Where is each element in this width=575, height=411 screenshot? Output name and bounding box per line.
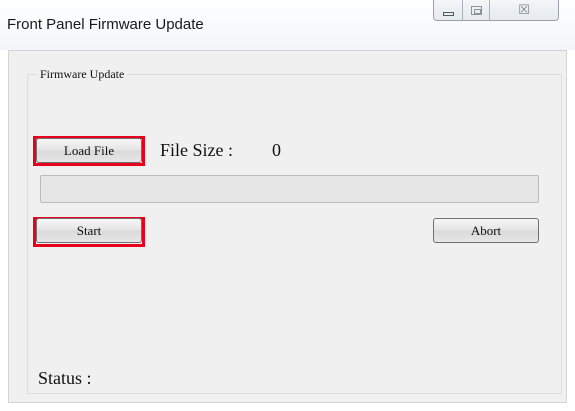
caption-buttons: ☒ (433, 0, 559, 21)
group-label: Firmware Update (37, 67, 128, 82)
firmware-update-window: Front Panel Firmware Update ☒ Firmware U… (0, 0, 575, 411)
window-title: Front Panel Firmware Update (7, 16, 204, 33)
start-button[interactable]: Start (36, 218, 142, 243)
minimize-icon (442, 11, 454, 16)
title-bar[interactable]: Front Panel Firmware Update ☒ (0, 0, 575, 50)
close-button[interactable]: ☒ (490, 0, 558, 20)
load-file-button[interactable]: Load File (36, 138, 142, 163)
maximize-button[interactable] (463, 0, 490, 20)
status-label: Status : (38, 368, 92, 388)
file-size-value: 0 (272, 140, 281, 160)
progress-bar (40, 175, 539, 203)
minimize-button[interactable] (434, 0, 463, 20)
close-icon: ☒ (518, 2, 530, 18)
file-size-label: File Size : (160, 140, 233, 160)
abort-button[interactable]: Abort (433, 218, 539, 243)
maximize-icon (470, 5, 482, 15)
